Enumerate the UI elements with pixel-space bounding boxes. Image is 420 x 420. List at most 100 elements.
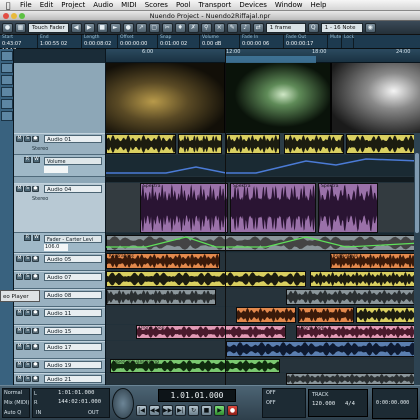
go-to-end-icon[interactable]: ▶| [175, 405, 186, 416]
glue-icon[interactable]: ♦ [174, 22, 186, 33]
left-locator-value[interactable]: 1:01:01.000 [58, 390, 94, 396]
play-button-icon[interactable]: ▶ [214, 405, 225, 416]
audio-event[interactable]: Vibes_Visualisierung [110, 359, 280, 373]
quantize-select[interactable]: 1 - 16 Note [320, 22, 363, 33]
track-name[interactable]: Audio 04 [44, 185, 102, 193]
locator-range[interactable] [226, 56, 316, 63]
click-status[interactable]: OFF [266, 400, 276, 406]
audio-event[interactable] [286, 289, 420, 305]
audio-event[interactable]: Kontrabass [330, 253, 420, 269]
info-field[interactable]: Snap 0:01:00 02 [158, 35, 200, 48]
info-field[interactable]: Start0:43:07 17.17 [0, 35, 38, 54]
split-icon[interactable]: ✂ [161, 22, 173, 33]
color-icon[interactable]: ◉ [364, 22, 376, 33]
stop-button-icon[interactable]: ■ [201, 405, 212, 416]
record-enable-icon[interactable]: ● [32, 344, 39, 350]
video-player-window[interactable]: eo Player [0, 290, 40, 302]
automation-value[interactable] [44, 166, 68, 173]
minimize-icon[interactable] [11, 13, 17, 19]
inspector-section-icon[interactable] [1, 75, 13, 85]
inspector-section-icon[interactable] [1, 87, 13, 97]
audio-event[interactable]: Drone_loop [136, 325, 286, 339]
track-name[interactable]: Audio 01 [44, 135, 102, 143]
inspector-section-icon[interactable] [1, 63, 13, 73]
audio-event[interactable]: Spektra [230, 183, 316, 233]
timeline-ruler[interactable]: 6:00 12:00 18:00 24:00 [106, 49, 420, 63]
track-name[interactable]: Audio 08 [44, 291, 102, 299]
automation-subtrack[interactable]: R W Fader - Carter Levi 106.0 [14, 233, 105, 253]
info-field[interactable]: Offset 0:00:00:00 [118, 35, 158, 48]
menu-item-pool[interactable]: Pool [172, 1, 194, 9]
mute-icon[interactable]: M [16, 344, 23, 350]
audio-event[interactable] [226, 341, 420, 357]
record-icon[interactable]: ● [122, 22, 134, 33]
audio-event[interactable] [286, 373, 420, 385]
fader-automation-curve[interactable] [106, 233, 420, 253]
playhead-cursor[interactable] [225, 49, 226, 385]
track-header[interactable]: M S ● Audio 21 [14, 373, 105, 385]
info-field-value[interactable]: 0:00:00:17 [286, 41, 325, 48]
cycle-icon[interactable]: ↻ [188, 405, 199, 416]
automation-read-icon[interactable]: R [24, 157, 31, 163]
menu-item-transport[interactable]: Transport [194, 1, 235, 9]
automation-mode-select[interactable]: Touch Fader [28, 22, 69, 33]
audio-event[interactable] [226, 134, 280, 154]
forward-icon[interactable]: ▶ [83, 22, 95, 33]
close-icon[interactable] [3, 13, 9, 19]
solo-icon[interactable]: S [24, 186, 31, 192]
record-enable-icon[interactable]: ● [32, 136, 39, 142]
solo-icon[interactable]: S [24, 328, 31, 334]
record-enable-icon[interactable]: ● [32, 362, 39, 368]
audio-event[interactable] [178, 134, 222, 154]
sync-status[interactable]: OFF [266, 390, 276, 396]
solo-icon[interactable]: S [24, 274, 31, 280]
volume-automation-curve[interactable] [106, 155, 420, 177]
track-header[interactable]: M S ● Audio 01 Stereo [14, 133, 105, 155]
stop-icon[interactable]: ■ [96, 22, 108, 33]
audio-event[interactable]: Drone_loop [296, 325, 420, 339]
rewind-icon[interactable]: ◀ [70, 22, 82, 33]
mute-icon[interactable]: M [16, 186, 23, 192]
audio-event[interactable] [106, 289, 216, 305]
solo-icon[interactable]: S [24, 362, 31, 368]
zoom-tool-icon[interactable]: ⚲ [200, 22, 212, 33]
track-name[interactable]: Audio 05 [44, 255, 102, 263]
mute-icon[interactable]: M [16, 310, 23, 316]
jog-wheel[interactable] [112, 388, 134, 419]
info-field[interactable]: Lock [342, 35, 354, 48]
mute-icon[interactable]: M [16, 256, 23, 262]
menu-item-file[interactable]: File [16, 1, 36, 9]
track-name[interactable]: Audio 17 [44, 343, 102, 351]
info-field[interactable]: Volume 0.00 dB [200, 35, 240, 48]
snap-icon[interactable]: ⇄ [252, 22, 264, 33]
automation-parameter[interactable]: Fader - Carter Levi [44, 235, 102, 243]
info-field-value[interactable]: 0:00:08:02 [84, 41, 115, 48]
constrain-delay-icon[interactable]: ● [2, 22, 13, 33]
track-name[interactable]: Audio 07 [44, 273, 102, 281]
erase-icon[interactable]: ✗ [187, 22, 199, 33]
main-time-display[interactable]: 1.01.01.000 [158, 389, 236, 402]
automation-value[interactable]: 106.0 [44, 244, 68, 251]
tempo-value[interactable]: 120.000 [312, 401, 335, 407]
track-name[interactable]: Audio 19 [44, 361, 102, 369]
menu-item-audio[interactable]: Audio [89, 1, 117, 9]
audio-event[interactable] [346, 134, 420, 154]
menu-item-project[interactable]: Project [57, 1, 89, 9]
info-field[interactable]: Length 0:00:08:02 [82, 35, 118, 48]
menu-item-scores[interactable]: Scores [141, 1, 172, 9]
punch-in[interactable]: IN [36, 410, 41, 416]
mute-icon[interactable]: M [16, 362, 23, 368]
tempo-track-label[interactable]: TRACK [312, 392, 328, 398]
mute-icon[interactable]: M [16, 376, 23, 382]
audio-event[interactable] [356, 307, 420, 323]
apple-menu-icon[interactable]:  [0, 1, 16, 10]
mute-icon[interactable]: M [16, 274, 23, 280]
record-mode[interactable]: Normal [4, 390, 22, 396]
info-field-value[interactable]: 0:01:00 02 [160, 41, 197, 48]
info-field-value[interactable]: 0.00 dB [202, 41, 237, 48]
inspector-section-icon[interactable] [1, 51, 13, 61]
rewind-button-icon[interactable]: ◀◀ [149, 405, 160, 416]
automation-read-icon[interactable]: R [24, 235, 31, 241]
mute-tool-icon[interactable]: × [213, 22, 225, 33]
range-select-icon[interactable]: ▢ [148, 22, 160, 33]
